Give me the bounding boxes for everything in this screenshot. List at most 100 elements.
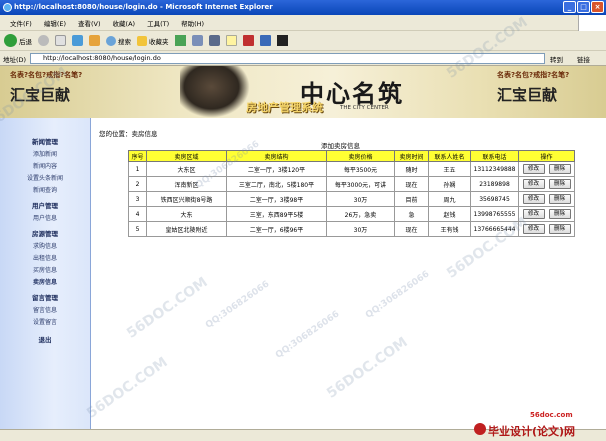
banner-ad-left-small: 名表?名包?戒指?名笔? <box>10 71 83 79</box>
search-button[interactable]: 搜索 <box>106 35 131 46</box>
window-title: http://localhost:8080/house/login.do - M… <box>14 3 273 11</box>
sidebar-item-rent[interactable]: 出租信息 <box>0 253 90 262</box>
cell-phone: 13112349888 <box>470 161 519 177</box>
edit-button[interactable] <box>225 35 237 46</box>
cell-phone: 23189898 <box>470 176 519 192</box>
cell-time: 现在 <box>394 221 429 237</box>
forward-button[interactable] <box>38 35 49 46</box>
edit-button[interactable]: 修改 <box>522 194 545 204</box>
menu-bar: 文件(F) 编辑(E) 查看(V) 收藏(A) 工具(T) 帮助(H) <box>0 15 606 31</box>
sidebar-item-sell[interactable]: 卖房信息 <box>0 277 90 286</box>
cell-contact: 周九 <box>428 191 471 207</box>
stop-button[interactable] <box>55 35 66 46</box>
minimize-button[interactable]: _ <box>563 1 576 13</box>
menu-tools[interactable]: 工具(T) <box>147 18 169 28</box>
menu-view[interactable]: 查看(V) <box>78 18 101 28</box>
links-button[interactable]: 链接 <box>577 54 590 64</box>
sidebar-item-messages[interactable]: 留言信息 <box>0 305 90 314</box>
cell-actions: 修改 删除 <box>518 191 575 207</box>
cell-index: 3 <box>128 191 147 207</box>
home-button[interactable] <box>89 35 100 46</box>
sidebar-item-wanted[interactable]: 求购信息 <box>0 241 90 250</box>
delete-button[interactable]: 删除 <box>548 179 571 189</box>
delete-button[interactable]: 删除 <box>548 164 571 174</box>
cell-structure: 二室一厅，6楼96平 <box>226 221 327 237</box>
edit-button[interactable]: 修改 <box>522 164 545 174</box>
sidebar-nav: 新闻管理 添加新闻 新闻内容 设置头条新闻 新闻查询 用户管理 用户信息 房源管… <box>0 118 91 429</box>
cell-index: 5 <box>128 221 147 237</box>
sidebar-item-set-messages[interactable]: 设置留言 <box>0 317 90 326</box>
menu-edit[interactable]: 编辑(E) <box>44 18 66 28</box>
banner-ad-left: 名表?名包?戒指?名笔? 汇宝巨献 <box>10 70 130 114</box>
site-logo: 56doc.com 毕业设计(论文)网 <box>474 411 606 441</box>
toolbar: 后退 搜索 收藏夹 <box>0 31 606 51</box>
address-bar: 地址(D) http://localhost:8080/house/login.… <box>0 51 606 66</box>
cell-area: 皇姑区北陵附近 <box>146 221 227 237</box>
col-header-area: 卖房区域 <box>146 150 227 162</box>
cell-structure: 三室，东西89平5楼 <box>226 206 327 222</box>
sidebar-section-listings: 房源管理 <box>32 230 58 238</box>
table-row: 4 大东 三室，东西89平5楼 26万，急卖急赵钱 13998765555 修改 删除 <box>128 206 575 222</box>
history-button[interactable] <box>174 35 186 46</box>
delete-button[interactable]: 删除 <box>548 224 571 234</box>
edit-button[interactable]: 修改 <box>522 224 545 234</box>
qq-icon[interactable] <box>276 35 288 46</box>
discuss-button[interactable] <box>242 35 254 46</box>
sidebar-item-news-query[interactable]: 新闻查询 <box>0 185 90 194</box>
cell-price: 每平3500元 <box>326 161 395 177</box>
edit-button[interactable]: 修改 <box>522 179 545 189</box>
sidebar-item-buy[interactable]: 买房信息 <box>0 265 90 274</box>
sidebar-item-logout[interactable]: 退出 <box>0 334 90 344</box>
site-logo-name: 毕业设计(论文)网 <box>488 425 576 438</box>
cell-time: 急 <box>394 206 429 222</box>
col-header-phone: 联系电话 <box>470 150 519 162</box>
site-logo-url: 56doc.com <box>530 411 573 419</box>
table-caption: 添加卖房信息 <box>321 142 360 150</box>
edit-button[interactable]: 修改 <box>522 209 545 219</box>
back-button[interactable]: 后退 <box>4 34 32 47</box>
cell-index: 2 <box>128 176 147 192</box>
search-icon <box>106 35 116 46</box>
col-header-time: 卖房时间 <box>394 150 429 162</box>
cell-price: 每平3000元，可讲 <box>326 176 395 192</box>
star-icon <box>137 35 147 46</box>
mail-button[interactable] <box>191 35 203 46</box>
table-row: 3 铁西区兴顺街8号路 二室一厅，3楼98平 30万 目前 周九 35698745 修改 删除 <box>128 191 575 207</box>
delete-button[interactable]: 删除 <box>548 209 571 219</box>
address-label: 地址(D) <box>3 56 27 64</box>
go-button[interactable]: 转到 <box>550 54 563 64</box>
logo-mark-icon <box>474 423 486 435</box>
favorites-button[interactable]: 收藏夹 <box>137 35 169 46</box>
close-button[interactable]: × <box>591 1 604 13</box>
menu-help[interactable]: 帮助(H) <box>181 18 204 28</box>
sidebar-item-add-news[interactable]: 添加新闻 <box>0 149 90 158</box>
banner-ad-right-small: 名表?名包?戒指?名笔? <box>497 71 570 79</box>
banner-ad-left-big: 汇宝巨献 <box>10 86 71 104</box>
print-button[interactable] <box>208 35 220 46</box>
cell-index: 1 <box>128 161 147 177</box>
cell-phone: 13766665444 <box>470 221 519 237</box>
cell-contact: 孙娴 <box>428 176 471 192</box>
cell-price: 30万 <box>326 191 395 207</box>
refresh-button[interactable] <box>72 35 83 46</box>
cell-contact: 王五 <box>428 161 471 177</box>
cell-time: 目前 <box>394 191 429 207</box>
cell-price: 30万 <box>326 221 395 237</box>
menu-favorites[interactable]: 收藏(A) <box>113 18 136 28</box>
banner-people-image <box>180 66 250 118</box>
cell-actions: 修改 删除 <box>518 161 575 177</box>
cell-area: 大东 <box>146 206 227 222</box>
sidebar-section-messages: 留言管理 <box>32 294 58 302</box>
sidebar-item-headline[interactable]: 设置头条新闻 <box>0 173 90 182</box>
delete-button[interactable]: 删除 <box>548 194 571 204</box>
col-header-actions: 操作 <box>518 150 575 162</box>
sidebar-item-user-info[interactable]: 用户信息 <box>0 213 90 222</box>
sidebar-item-news-content[interactable]: 新闻内容 <box>0 161 90 170</box>
menu-file[interactable]: 文件(F) <box>10 18 32 28</box>
address-input[interactable]: http://localhost:8080/house/login.do <box>30 53 545 64</box>
table-header-row: 序号 卖房区域 卖房结构 卖房价格 卖房时间 联系人姓名 联系电话 操作 <box>128 150 575 162</box>
maximize-button[interactable]: □ <box>577 1 590 13</box>
cell-phone: 35698745 <box>470 191 519 207</box>
cell-actions: 修改 删除 <box>518 221 575 237</box>
messenger-button[interactable] <box>259 35 271 46</box>
